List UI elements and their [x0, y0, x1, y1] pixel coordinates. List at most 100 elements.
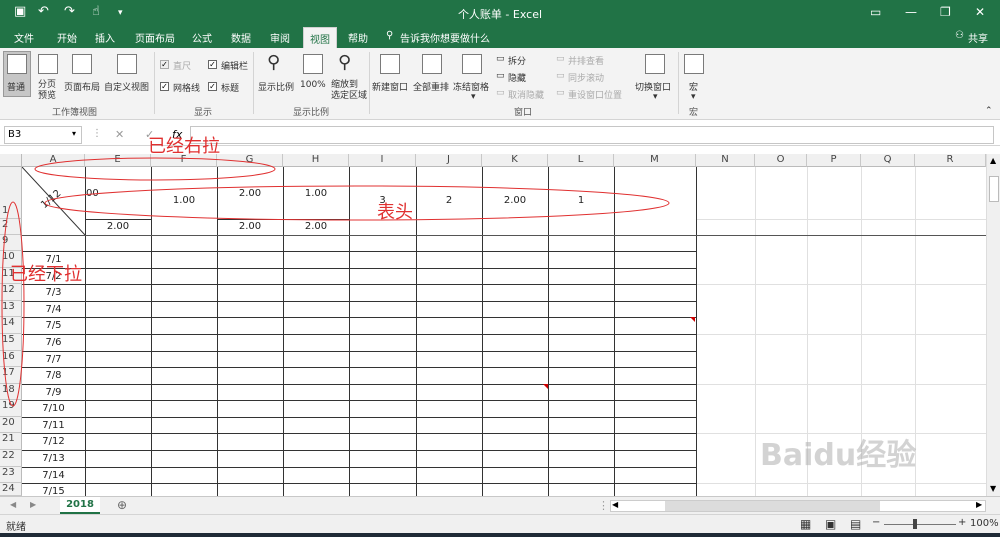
- headings-checkbox[interactable]: ✓: [208, 82, 217, 91]
- watermark: Baidu经验: [760, 438, 917, 473]
- macros-icon[interactable]: [684, 54, 704, 74]
- ribbon-display-icon[interactable]: ▭: [870, 5, 881, 19]
- sheet-tab-2018[interactable]: 2018: [60, 497, 100, 514]
- custom-view-icon[interactable]: [117, 54, 137, 74]
- collapse-ribbon-icon[interactable]: ⌃: [985, 106, 993, 116]
- sync-scroll-icon: ▭: [556, 71, 565, 81]
- gridlines-checkbox[interactable]: ✓: [160, 82, 169, 91]
- separator: [369, 52, 370, 114]
- switch-window-icon[interactable]: [645, 54, 665, 74]
- hide-button[interactable]: 隐藏: [508, 71, 526, 84]
- arrange-all-button[interactable]: 全部重排: [413, 80, 449, 93]
- group-label-show: 显示: [194, 108, 213, 118]
- scroll-down-icon[interactable]: ▼: [990, 484, 996, 493]
- annotation-right-dragged: 已经右拉: [148, 136, 220, 157]
- horizontal-scroll-thumb[interactable]: [665, 501, 880, 511]
- scroll-left-icon[interactable]: ◀: [612, 500, 618, 509]
- prev-sheet-icon[interactable]: ◀: [10, 500, 16, 509]
- separator: [678, 52, 679, 114]
- zoom-icon[interactable]: ⚲: [267, 52, 280, 73]
- gridlines-label: 网格线: [173, 84, 201, 94]
- close-icon[interactable]: ✕: [975, 5, 985, 19]
- normal-view-label: 普通: [7, 83, 26, 93]
- page-break-label[interactable]: 分页 预览: [38, 80, 56, 102]
- taskbar-strip: [0, 533, 1000, 537]
- window-title: 个人账单 - Excel: [457, 8, 543, 21]
- status-text: 就绪: [6, 522, 26, 533]
- normal-view-icon: [7, 54, 27, 74]
- zoom-button[interactable]: 显示比例: [258, 80, 294, 93]
- page-layout-label[interactable]: 页面布局: [64, 80, 100, 93]
- headings-label: 标题: [221, 84, 240, 94]
- formula-bar-checkbox[interactable]: ✓: [208, 60, 217, 69]
- add-sheet-icon[interactable]: ⊕: [117, 498, 127, 512]
- next-sheet-icon[interactable]: ▶: [30, 500, 36, 509]
- status-bar: 就绪 ▦ ▣ ▤ − + 100%: [0, 514, 1000, 533]
- split-button[interactable]: 拆分: [508, 54, 526, 67]
- separator: [253, 52, 254, 114]
- chevron-down-icon: ▾: [691, 92, 696, 102]
- annotation-down-dragged: 已经下拉: [10, 264, 82, 285]
- side-by-side-button[interactable]: 并排查看: [568, 54, 604, 67]
- reset-position-icon: ▭: [556, 88, 565, 98]
- lightbulb-icon: ⚲: [386, 30, 394, 41]
- tab-page-layout[interactable]: 页面布局: [135, 30, 175, 45]
- arrange-all-icon[interactable]: [422, 54, 442, 74]
- new-window-button[interactable]: 新建窗口: [372, 80, 408, 93]
- zoom-out-icon[interactable]: −: [872, 517, 880, 528]
- unhide-button[interactable]: 取消隐藏: [508, 88, 544, 101]
- new-window-icon[interactable]: [380, 54, 400, 74]
- tab-review[interactable]: 审阅: [270, 30, 290, 45]
- name-box[interactable]: B3: [4, 126, 82, 144]
- vertical-scrollbar[interactable]: ▲ ▼: [986, 154, 1000, 496]
- group-label-workbook-views: 工作簿视图: [52, 108, 98, 118]
- zoom-in-icon[interactable]: +: [958, 517, 966, 528]
- custom-view-label[interactable]: 自定义视图: [104, 80, 149, 93]
- ruler-checkbox[interactable]: ✓: [160, 60, 169, 69]
- page-break-icon[interactable]: [38, 54, 58, 74]
- annotation-header: 表头: [377, 202, 413, 223]
- tab-view[interactable]: 视图: [303, 27, 337, 48]
- chevron-down-icon[interactable]: ▾: [72, 129, 76, 138]
- scroll-right-icon[interactable]: ▶: [976, 500, 982, 509]
- tell-me-box[interactable]: 告诉我你想要做什么: [400, 30, 490, 45]
- zoom-selection-icon[interactable]: ⚲: [338, 52, 351, 73]
- formula-bar-label: 编辑栏: [221, 62, 249, 72]
- split-icon: ▭: [496, 54, 505, 64]
- tab-home[interactable]: 开始: [57, 30, 77, 45]
- user-icon: ⚇: [955, 30, 964, 41]
- chevron-down-icon: ▾: [471, 92, 476, 102]
- zoom-slider-thumb[interactable]: [913, 519, 917, 529]
- page-break-view-icon[interactable]: ▤: [850, 517, 861, 531]
- cancel-icon[interactable]: ✕: [115, 128, 124, 141]
- tab-help[interactable]: 帮助: [348, 30, 368, 45]
- unhide-icon: ▭: [496, 88, 505, 98]
- tab-file[interactable]: 文件: [14, 30, 34, 45]
- title-bar: ▣ ↶ ↷ ☝ ▾ 个人账单 - Excel ▭ — ❐ ✕: [0, 0, 1000, 26]
- zoom-selection-button[interactable]: 缩放到 选定区域: [331, 80, 367, 102]
- tab-formulas[interactable]: 公式: [192, 30, 212, 45]
- minimize-icon[interactable]: —: [905, 5, 917, 19]
- group-label-zoom: 显示比例: [293, 108, 330, 118]
- drag-handle-icon[interactable]: ⋮: [92, 128, 102, 139]
- separator: [154, 52, 155, 114]
- scroll-thumb[interactable]: [989, 176, 999, 202]
- scroll-up-icon[interactable]: ▲: [990, 156, 996, 165]
- page-layout-view-icon[interactable]: ▣: [825, 517, 836, 531]
- page-layout-icon[interactable]: [72, 54, 92, 74]
- reset-position-button[interactable]: 重设窗口位置: [568, 88, 622, 101]
- zoom-100-button[interactable]: 100%: [300, 80, 326, 90]
- formula-input[interactable]: [190, 126, 994, 144]
- chevron-down-icon: ▾: [653, 92, 658, 102]
- zoom-100-icon[interactable]: [303, 54, 323, 74]
- tab-splitter[interactable]: ⋮: [598, 499, 609, 512]
- restore-icon[interactable]: ❐: [940, 5, 951, 19]
- sync-scroll-button[interactable]: 同步滚动: [568, 71, 604, 84]
- share-button[interactable]: 共享: [968, 30, 988, 45]
- tab-data[interactable]: 数据: [231, 30, 251, 45]
- normal-view-icon[interactable]: ▦: [800, 517, 811, 531]
- freeze-panes-icon[interactable]: [462, 54, 482, 74]
- tab-insert[interactable]: 插入: [95, 30, 115, 45]
- zoom-slider[interactable]: [884, 524, 956, 525]
- zoom-level[interactable]: 100%: [970, 518, 999, 529]
